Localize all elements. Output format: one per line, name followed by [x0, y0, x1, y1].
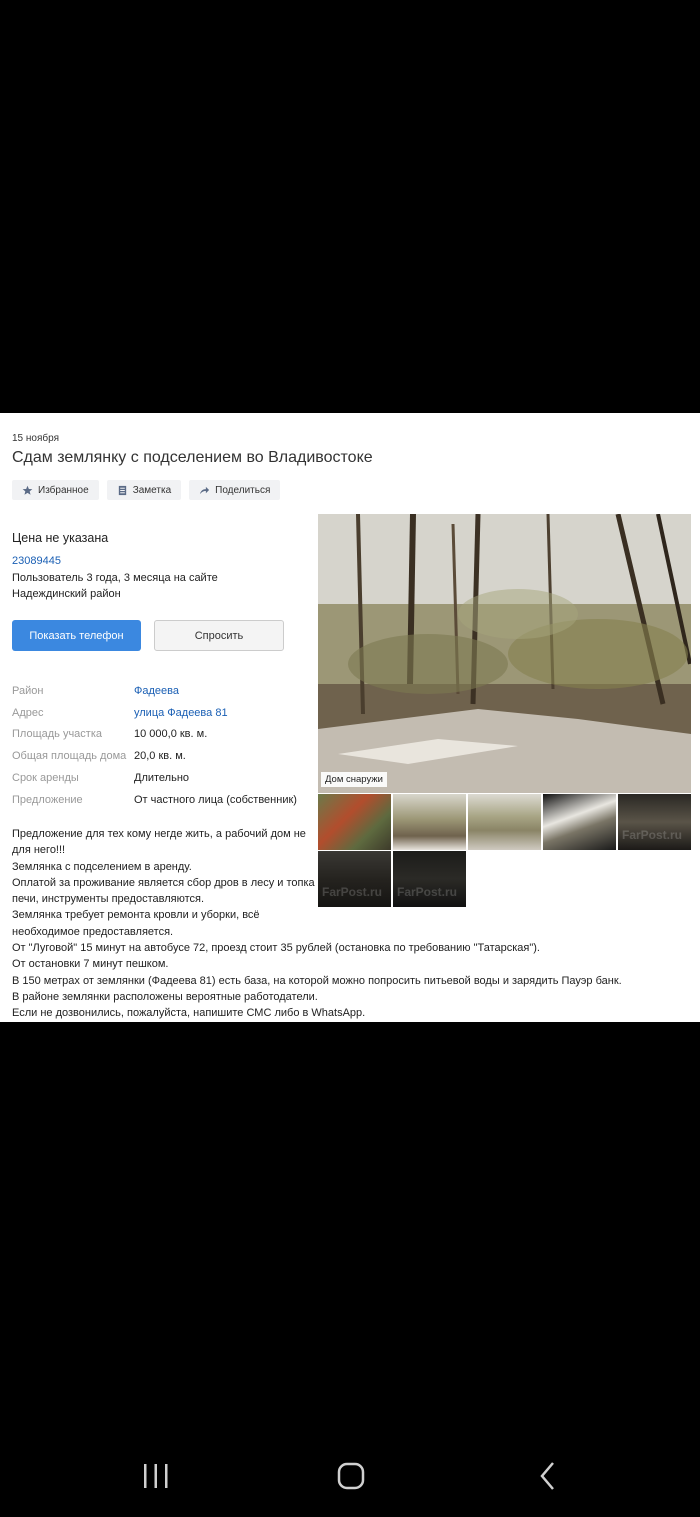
- param-row-offer: Предложение От частного лица (собственни…: [12, 789, 297, 811]
- main-photo[interactable]: Дом снаружи: [318, 514, 691, 793]
- description-line: В 150 метрах от землянки (Фадеева 81) ес…: [12, 974, 622, 987]
- description-line: От остановки 7 минут пешком.: [12, 958, 169, 971]
- favorite-button[interactable]: Избранное: [12, 480, 99, 500]
- seller-id-link[interactable]: 23089445: [12, 555, 61, 567]
- thumb-watermark: FarPost.ru: [397, 885, 458, 899]
- forest-photo: [318, 514, 691, 793]
- description-line: Землянка требует ремонта кровли и уборки…: [12, 909, 260, 922]
- seller-district: Надеждинский район: [12, 588, 121, 600]
- description-line: В районе землянки расположены вероятные …: [12, 990, 318, 1003]
- system-nav-bar: [0, 1440, 700, 1517]
- ask-button[interactable]: Спросить: [154, 620, 284, 651]
- thumb-watermark: FarPost.ru: [322, 885, 383, 899]
- share-button[interactable]: Поделиться: [189, 480, 281, 500]
- home-button[interactable]: [331, 1460, 371, 1494]
- description-line: От "Луговой" 15 минут на автобусе 72, пр…: [12, 942, 540, 955]
- back-icon: [540, 1462, 554, 1490]
- description-line: необходимое предоставляется.: [12, 925, 174, 938]
- thumbnail-2[interactable]: [393, 794, 466, 850]
- thumbnail-3[interactable]: [468, 794, 541, 850]
- note-button[interactable]: Заметка: [106, 480, 182, 500]
- action-bar: Избранное Заметка Поделиться: [12, 480, 281, 500]
- param-value: Длительно: [134, 772, 190, 785]
- thumbnail-1[interactable]: [318, 794, 391, 850]
- price: Цена не указана: [12, 531, 109, 545]
- param-value: 10 000,0 кв. м.: [134, 728, 208, 741]
- thumbnail-6[interactable]: FarPost.ru: [318, 851, 391, 907]
- param-row-district: Район Фадеева: [12, 680, 297, 702]
- param-value-district-link[interactable]: Фадеева: [134, 685, 179, 697]
- recents-icon: [144, 1464, 168, 1488]
- thumbnail-7[interactable]: FarPost.ru: [393, 851, 466, 907]
- description-line: Если не дозвонились, пожалуйста, напишит…: [12, 1007, 366, 1020]
- note-icon: [118, 485, 126, 495]
- share-arrow-icon: [200, 486, 210, 494]
- thumb-watermark: FarPost.ru: [622, 828, 683, 842]
- seller-tenure: Пользователь 3 года, 3 месяца на сайте: [12, 572, 218, 584]
- favorite-label: Избранное: [38, 484, 89, 496]
- back-button[interactable]: [528, 1460, 568, 1494]
- param-label: Общая площадь дома: [12, 750, 127, 763]
- photo-caption: Дом снаружи: [321, 772, 387, 787]
- home-icon: [337, 1462, 365, 1490]
- share-label: Поделиться: [215, 484, 271, 496]
- param-label: Предложение: [12, 793, 83, 806]
- params-table: Район Фадеева Адрес улица Фадеева 81 Пло…: [12, 680, 297, 811]
- listing-date: 15 ноября: [12, 433, 59, 444]
- recents-button[interactable]: [136, 1460, 176, 1494]
- listing-card: 15 ноября Сдам землянку с подселением во…: [0, 413, 700, 1022]
- listing-title: Сдам землянку с подселением во Владивост…: [12, 449, 373, 466]
- param-row-plot-area: Площадь участка 10 000,0 кв. м.: [12, 724, 297, 746]
- thumbnail-4[interactable]: [543, 794, 616, 850]
- param-value-address-link[interactable]: улица Фадеева 81: [134, 707, 228, 719]
- param-label: Срок аренды: [12, 772, 79, 785]
- show-phone-button[interactable]: Показать телефон: [12, 620, 141, 651]
- thumbnail-5[interactable]: FarPost.ru: [618, 794, 691, 850]
- param-row-address: Адрес улица Фадеева 81: [12, 702, 297, 724]
- param-row-rent-term: Срок аренды Длительно: [12, 767, 297, 789]
- star-icon: [22, 485, 33, 495]
- param-label: Адрес: [12, 706, 44, 719]
- param-label: Район: [12, 684, 44, 697]
- note-label: Заметка: [132, 484, 172, 496]
- param-row-house-area: Общая площадь дома 20,0 кв. м.: [12, 745, 297, 767]
- param-value: От частного лица (собственник): [134, 793, 297, 806]
- param-label: Площадь участка: [12, 728, 102, 741]
- param-value: 20,0 кв. м.: [134, 750, 186, 763]
